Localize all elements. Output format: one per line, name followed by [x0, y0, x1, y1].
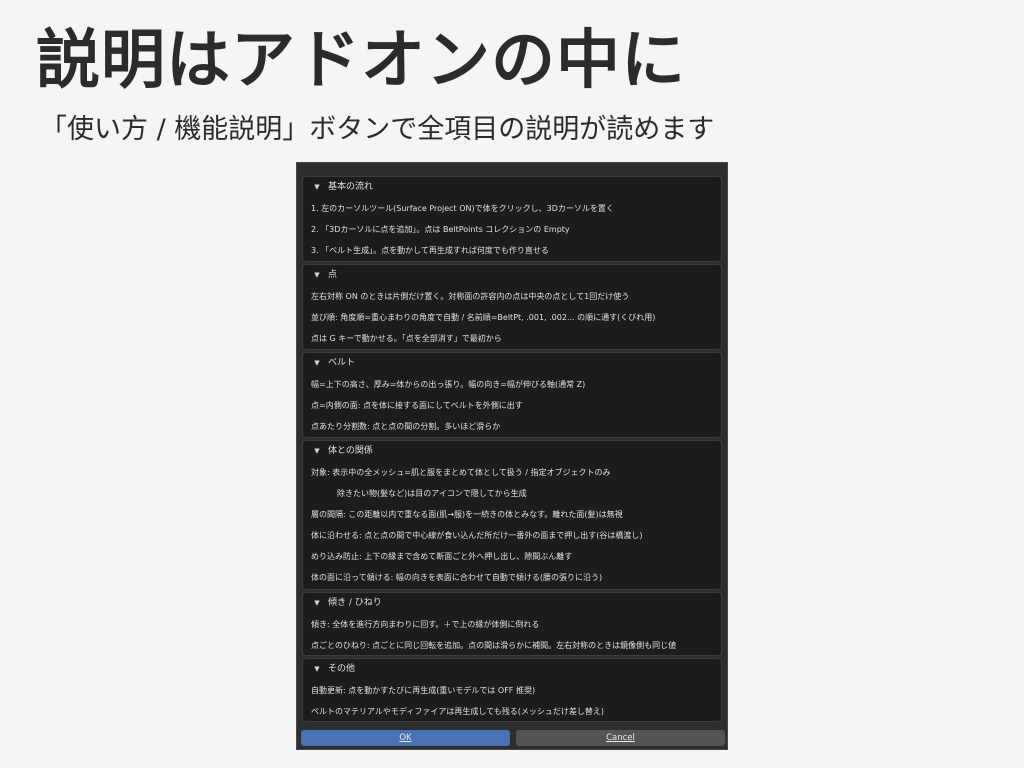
help-text-row: 点ごとのひねり: 点ごとに同じ回転を追加。点の間は滑らかに補間。左右対称のときは…	[311, 641, 677, 650]
chevron-down-icon: ▼	[314, 271, 320, 279]
help-text-row: 1. 左のカーソルツール(Surface Project ON)で体をクリックし…	[311, 204, 614, 213]
help-text-row: 体に沿わせる: 点と点の間で中心線が食い込んだ所だけ一番外の面まで押し出す(谷は…	[311, 531, 643, 540]
section-basic-flow: ▼ 基本の流れ 1. 左のカーソルツール(Surface Project ON)で…	[302, 176, 722, 262]
section-header-other[interactable]: ▼ その他	[303, 659, 721, 680]
help-text-row: 傾き: 全体を進行方向まわりに回す。＋で上の縁が体側に倒れる	[311, 620, 540, 629]
chevron-down-icon: ▼	[314, 183, 320, 191]
section-header-body-relation[interactable]: ▼ 体との関係	[303, 441, 721, 462]
ok-button[interactable]: OK	[301, 730, 510, 746]
chevron-down-icon: ▼	[314, 599, 320, 607]
section-tilt-twist: ▼ 傾き / ひねり 傾き: 全体を進行方向まわりに回す。＋で上の縁が体側に倒れる…	[302, 592, 722, 656]
section-title: 傾き / ひねり	[328, 598, 382, 608]
help-text-row: 点あたり分割数: 点と点の間の分割。多いほど滑らか	[311, 422, 501, 431]
help-text-row: 点は G キーで動かせる。「点を全部消す」で最初から	[311, 334, 502, 343]
help-text-row: めり込み防止: 上下の縁まで含めて断面ごと外へ押し出し、隙間ぶん離す	[311, 552, 573, 561]
chevron-down-icon: ▼	[314, 665, 320, 673]
section-belt: ▼ ベルト 幅=上下の高さ、厚み=体からの出っ張り。幅の向き=幅が伸びる軸(通常 …	[302, 352, 722, 438]
help-text-row: ベルトのマテリアルやモディファイアは再生成しても残る(メッシュだけ差し替え)	[311, 707, 604, 716]
section-header-belt[interactable]: ▼ ベルト	[303, 353, 721, 374]
help-text-row: 対象: 表示中の全メッシュ=肌と服をまとめて体として扱う / 指定オブジェクトの…	[311, 468, 611, 477]
slide-title: 説明はアドオンの中に	[36, 24, 686, 98]
section-title: 基本の流れ	[328, 182, 374, 192]
help-text-row: 除きたい物(髪など)は目のアイコンで隠してから生成	[337, 489, 527, 498]
help-text-row: 層の間隔: この距離以内で重なる面(肌→服)を一続きの体とみなす。離れた面(髪)…	[311, 510, 623, 519]
section-other: ▼ その他 自動更新: 点を動かすたびに再生成(重いモデルでは OFF 推奨) ベ…	[302, 658, 722, 722]
help-text-row: 体の面に沿って傾ける: 幅の向きを表面に合わせて自動で傾ける(腰の張りに沿う)	[311, 573, 603, 582]
section-header-basic-flow[interactable]: ▼ 基本の流れ	[303, 177, 721, 198]
section-header-tilt-twist[interactable]: ▼ 傾き / ひねり	[303, 593, 721, 614]
chevron-down-icon: ▼	[314, 447, 320, 455]
section-title: 体との関係	[328, 446, 373, 456]
section-title: ベルト	[328, 358, 356, 368]
help-text-row: 幅=上下の高さ、厚み=体からの出っ張り。幅の向き=幅が伸びる軸(通常 Z)	[311, 380, 586, 389]
help-text-row: 2. 「3Dカーソルに点を追加」。点は BeltPoints コレクションの E…	[311, 225, 570, 234]
help-text-row: 左右対称 ON のときは片側だけ置く。対称面の許容内の点は中央の点として1回だけ…	[311, 292, 630, 301]
section-title: 点	[328, 270, 338, 280]
cancel-button[interactable]: Cancel	[516, 730, 725, 746]
help-text-row: 3. 「ベルト生成」。点を動かして再生成すれば何度でも作り直せる	[311, 246, 549, 255]
help-text-row: 点=内側の面: 点を体に接する面にしてベルトを外側に出す	[311, 401, 523, 410]
section-points: ▼ 点 左右対称 ON のときは片側だけ置く。対称面の許容内の点は中央の点として1…	[302, 264, 722, 350]
chevron-down-icon: ▼	[314, 359, 320, 367]
section-header-points[interactable]: ▼ 点	[303, 265, 721, 286]
slide-subtitle: 「使い方 / 機能説明」ボタンで全項目の説明が読めます	[40, 114, 715, 145]
help-dialog: ▼ 基本の流れ 1. 左のカーソルツール(Surface Project ON)で…	[296, 162, 728, 750]
section-title: その他	[328, 664, 356, 674]
help-text-row: 並び順: 角度順=重心まわりの角度で自動 / 名前順=BeltPt, .001,…	[311, 313, 656, 322]
section-body-relation: ▼ 体との関係 対象: 表示中の全メッシュ=肌と服をまとめて体として扱う / 指定…	[302, 440, 722, 590]
help-text-row: 自動更新: 点を動かすたびに再生成(重いモデルでは OFF 推奨)	[311, 686, 536, 695]
